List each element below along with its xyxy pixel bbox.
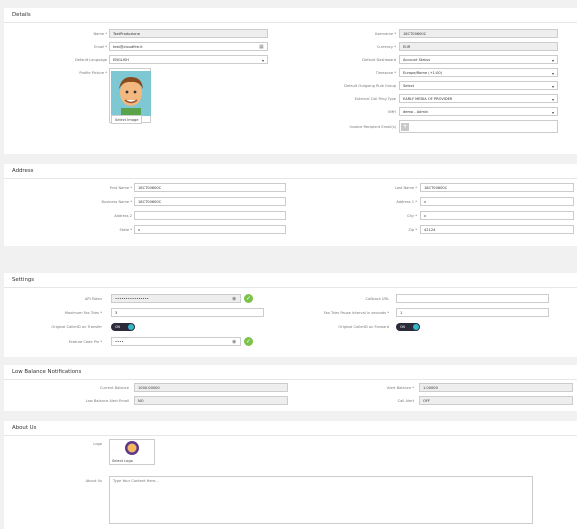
ringtype-select[interactable]: EARLY MEDIA OF PROVIDER xyxy=(399,94,558,103)
add-email-icon[interactable]: + xyxy=(401,122,409,131)
callerid-transfer-label: Original CallerID on Transfer xyxy=(51,325,102,329)
fax-tries-field[interactable]: 3 xyxy=(111,308,264,317)
logo-label: Logo xyxy=(93,442,102,446)
invoice-label: Invoice Recipient Email(s) xyxy=(349,125,396,129)
feature-pin-field[interactable]: •••• xyxy=(111,337,241,346)
divider xyxy=(4,178,577,179)
dashboard-select[interactable]: Account Status xyxy=(399,55,558,64)
first-name-field[interactable]: 18CT00600C xyxy=(134,183,286,192)
call-alert-label: Call Alert xyxy=(397,399,414,403)
low-balance-title: Low Balance Notifications xyxy=(12,369,82,375)
callback-url-label: Callback URL xyxy=(365,297,389,301)
pause-interval-label: Fax Tries Pause Interval in seconds * xyxy=(323,311,389,315)
eye-icon[interactable]: ◉ xyxy=(232,296,236,302)
feature-pin-label: Feature Code Pin * xyxy=(68,340,102,344)
last-name-label: Last Name * xyxy=(394,186,417,190)
divider xyxy=(4,379,577,380)
language-select[interactable]: ENGLISH xyxy=(109,55,268,64)
business-label: Business Name * xyxy=(101,200,132,204)
state-label: State * xyxy=(119,228,132,232)
timezone-select[interactable]: Europe/Rome (+1:00) xyxy=(399,68,558,77)
divider xyxy=(4,22,577,23)
select-logo-button[interactable]: Select Logo xyxy=(109,457,136,466)
vmh-label: VMH xyxy=(387,110,396,114)
api-token-field[interactable]: •••••••••••••••• xyxy=(111,294,241,303)
divider xyxy=(4,287,577,288)
profile-picture[interactable]: Select Image xyxy=(109,68,151,124)
city-label: City * xyxy=(407,214,417,218)
settings-panel: Settings API Token •••••••••••••••• ◉ ✓ … xyxy=(4,273,577,357)
api-token-label: API Token xyxy=(84,297,102,301)
email-field[interactable]: test@cloudfire.it xyxy=(109,42,268,51)
alert-balance-label: Alert Balance * xyxy=(387,386,414,390)
username-field[interactable]: 18CT00600C xyxy=(399,29,558,38)
dashboard-label: Default Dashboard xyxy=(362,58,396,62)
current-balance-field[interactable]: 1000.00000 xyxy=(134,383,288,392)
about-us-textarea[interactable]: Type Your Content Here... xyxy=(109,476,533,524)
city-field[interactable]: x xyxy=(420,211,574,220)
about-title: About Us xyxy=(12,425,37,431)
alert-balance-field[interactable]: 1.00000 xyxy=(419,383,573,392)
fax-tries-label: Maximum Fax Tries * xyxy=(64,311,102,315)
callerid-forward-label: Original CallerID on Forward xyxy=(338,325,389,329)
details-title: Details xyxy=(12,12,31,18)
pause-interval-field[interactable]: 1 xyxy=(396,308,549,317)
settings-title: Settings xyxy=(12,277,35,283)
callerid-forward-toggle[interactable]: ON xyxy=(396,323,420,331)
alert-email-field[interactable]: NO xyxy=(134,396,288,405)
zip-field[interactable]: 42124 xyxy=(420,225,574,234)
picture-label: Profile Picture * xyxy=(79,71,107,75)
about-us-label: About Us xyxy=(85,479,102,483)
check-icon[interactable]: ✓ xyxy=(244,294,253,303)
timezone-label: Timezone * xyxy=(375,71,396,75)
name-label: Name * xyxy=(93,32,107,36)
email-label: Email * xyxy=(94,45,107,49)
outgoing-label: Default Outgoing Rule Group xyxy=(344,84,396,88)
callback-url-field[interactable] xyxy=(396,294,549,303)
address-panel: Address First Name * 18CT00600C Business… xyxy=(4,164,577,246)
current-balance-label: Current Balance xyxy=(100,386,129,390)
address-title: Address xyxy=(12,168,34,174)
low-balance-panel: Low Balance Notifications Current Balanc… xyxy=(4,365,577,411)
callerid-transfer-toggle[interactable]: ON xyxy=(111,323,135,331)
vmh-select[interactable]: demo - Admin xyxy=(399,107,558,116)
zip-label: Zip * xyxy=(408,228,417,232)
last-name-field[interactable]: 18CT00600C xyxy=(420,183,574,192)
eye-icon[interactable]: ◉ xyxy=(232,339,236,345)
grid-icon: ▦ xyxy=(259,44,264,50)
logo-icon xyxy=(125,441,139,455)
address1-label: Address 1 * xyxy=(396,200,417,204)
state-field[interactable]: x xyxy=(134,225,286,234)
language-label: Default Language xyxy=(74,58,107,62)
business-field[interactable]: 18CT00600C xyxy=(134,197,286,206)
outgoing-select[interactable]: Select xyxy=(399,81,558,90)
avatar-icon xyxy=(111,71,151,116)
currency-label: Currency * xyxy=(376,45,396,49)
ringtype-label: External Call Ring Type xyxy=(354,97,396,101)
address1-field[interactable]: x xyxy=(420,197,574,206)
divider xyxy=(4,435,577,436)
check-icon[interactable]: ✓ xyxy=(244,337,253,346)
first-name-label: First Name * xyxy=(109,186,132,190)
address2-label: Address 2 xyxy=(114,214,132,218)
address2-field[interactable] xyxy=(134,211,286,220)
username-label: Username * xyxy=(374,32,396,36)
call-alert-field[interactable]: OFF xyxy=(419,396,573,405)
invoice-field[interactable] xyxy=(399,120,558,133)
about-panel: About Us Logo Select Logo About Us Type … xyxy=(4,421,577,529)
currency-field[interactable]: EUR xyxy=(399,42,558,51)
details-panel: Details Name * TestProduzione Email * te… xyxy=(4,8,577,154)
name-field[interactable]: TestProduzione xyxy=(109,29,268,38)
select-image-button[interactable]: Select Image xyxy=(111,115,143,124)
alert-email-label: Low Balance Alert Email xyxy=(85,399,129,403)
